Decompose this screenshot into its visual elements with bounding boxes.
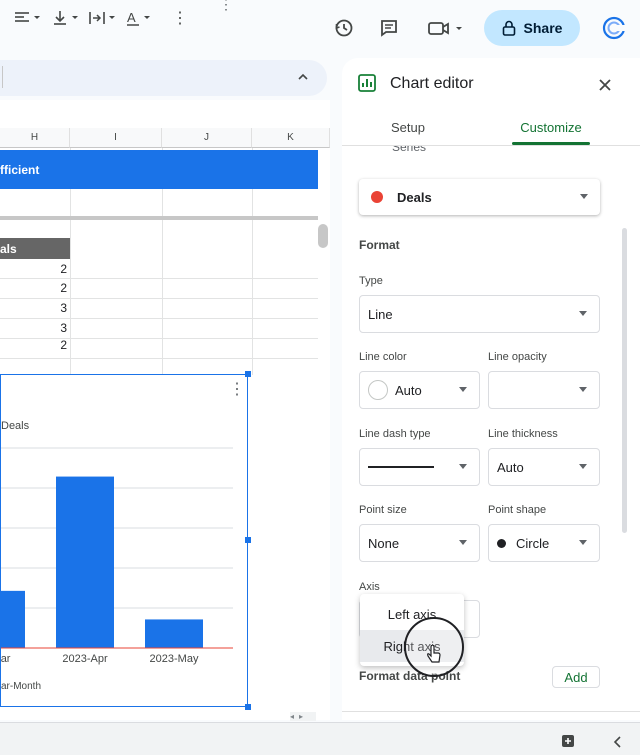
chart-icon: [358, 74, 376, 92]
x-tick-label: 2023-Apr: [62, 653, 108, 665]
toolbar-divider: [2, 66, 3, 88]
tab-customize[interactable]: Customize: [512, 120, 590, 144]
circle-shape-icon: [497, 538, 506, 548]
type-label: Type: [359, 275, 383, 287]
table-cell[interactable]: 2: [0, 259, 70, 279]
table-cell[interactable]: 2: [0, 335, 70, 355]
explore-icon[interactable]: [561, 734, 575, 748]
meet-icon[interactable]: [425, 16, 465, 40]
header-cell-band[interactable]: fficient: [0, 150, 318, 189]
scroll-right-icon[interactable]: ▸: [299, 712, 303, 721]
chevron-down-icon: [580, 194, 588, 199]
line-color-select[interactable]: Auto: [359, 371, 480, 409]
chart-bar: [1, 590, 25, 648]
hand-cursor-icon: [427, 645, 441, 663]
align-horizontal-icon[interactable]: [14, 8, 42, 28]
column-header-k[interactable]: K: [252, 128, 330, 148]
chart-object[interactable]: Deals Mar 2023-Apr 2023-May ar-Month ⋮: [0, 374, 248, 707]
section-divider: [342, 711, 640, 712]
point-shape-label: Point shape: [488, 504, 547, 516]
chevron-down-icon: [579, 387, 587, 392]
series-section-heading[interactable]: ⌃ Series: [362, 146, 482, 154]
chevron-up-icon: ⌃: [362, 146, 373, 153]
point-size-select[interactable]: None: [359, 524, 480, 562]
point-size-label: Point size: [359, 504, 407, 516]
color-swatch: [368, 380, 388, 400]
resize-handle[interactable]: [245, 537, 251, 543]
table-cell[interactable]: 2: [0, 278, 70, 298]
chevron-down-icon: [459, 387, 467, 392]
share-label: Share: [523, 20, 563, 36]
chart-menu-icon[interactable]: ⋮: [229, 379, 245, 399]
table-header-cell[interactable]: als: [0, 238, 70, 259]
horizontal-scroll-arrows[interactable]: ◂ ▸: [290, 712, 316, 721]
resize-handle[interactable]: [245, 704, 251, 710]
chevron-down-icon: [579, 311, 587, 316]
resize-handle[interactable]: [245, 371, 251, 377]
svg-text:A: A: [127, 10, 136, 25]
line-thickness-select[interactable]: Auto: [488, 448, 600, 486]
point-shape-select[interactable]: Circle: [488, 524, 600, 562]
column-header-h[interactable]: H: [0, 128, 70, 148]
line-opacity-select[interactable]: [488, 371, 600, 409]
axis-label: Axis: [359, 581, 380, 593]
comments-icon[interactable]: [377, 16, 401, 40]
sheet-tabs-bar: [0, 722, 640, 755]
more-dots-icon: ⋮: [219, 0, 233, 12]
series-color-dot: [371, 191, 383, 203]
lock-icon: [502, 20, 515, 36]
x-tick-label: 2023-May: [150, 653, 199, 665]
chart-bar: [145, 619, 203, 648]
x-tick-label: Mar: [1, 653, 11, 665]
chevron-down-icon: [579, 540, 587, 545]
gemini-icon[interactable]: [600, 14, 628, 42]
collapse-panel-icon[interactable]: [613, 736, 623, 748]
text-rotation-icon[interactable]: A: [126, 8, 154, 28]
chevron-down-icon: [459, 464, 467, 469]
collapse-toolbar-icon[interactable]: [296, 70, 310, 89]
solid-line-swatch: [368, 466, 434, 468]
line-opacity-label: Line opacity: [488, 351, 547, 363]
line-dash-select[interactable]: [359, 448, 480, 486]
formatting-toolbar: [0, 60, 327, 96]
chevron-down-icon: [579, 464, 587, 469]
version-history-icon[interactable]: [332, 16, 356, 40]
share-button[interactable]: Share: [484, 10, 580, 46]
frozen-row-divider[interactable]: [0, 216, 318, 220]
close-icon[interactable]: [598, 78, 612, 92]
align-vertical-icon[interactable]: [52, 8, 80, 28]
tab-setup[interactable]: Setup: [370, 120, 446, 144]
add-data-point-button[interactable]: Add: [552, 666, 600, 688]
bar-chart: Deals Mar 2023-Apr 2023-May ar-Month: [1, 420, 233, 692]
grid-line: [0, 358, 318, 359]
column-header-j[interactable]: J: [162, 128, 252, 148]
vertical-scrollbar[interactable]: [318, 224, 328, 248]
chart-bar: [56, 476, 114, 648]
column-header-i[interactable]: I: [70, 128, 162, 148]
more-options-icon[interactable]: ⋮: [172, 8, 188, 28]
line-dash-label: Line dash type: [359, 428, 431, 440]
scroll-left-icon[interactable]: ◂: [290, 712, 294, 721]
chevron-down-icon: [459, 540, 467, 545]
type-select[interactable]: Line: [359, 295, 600, 333]
format-heading: Format: [359, 238, 400, 252]
chart-legend: Deals: [1, 420, 30, 432]
line-color-label: Line color: [359, 351, 407, 363]
text-wrap-icon[interactable]: [88, 8, 118, 28]
panel-scrollbar[interactable]: [622, 228, 627, 533]
table-cell[interactable]: 3: [0, 298, 70, 318]
panel-title: Chart editor: [390, 75, 474, 92]
line-thickness-label: Line thickness: [488, 428, 558, 440]
x-axis-title: ar-Month: [1, 681, 41, 692]
series-select[interactable]: Deals: [359, 179, 600, 215]
